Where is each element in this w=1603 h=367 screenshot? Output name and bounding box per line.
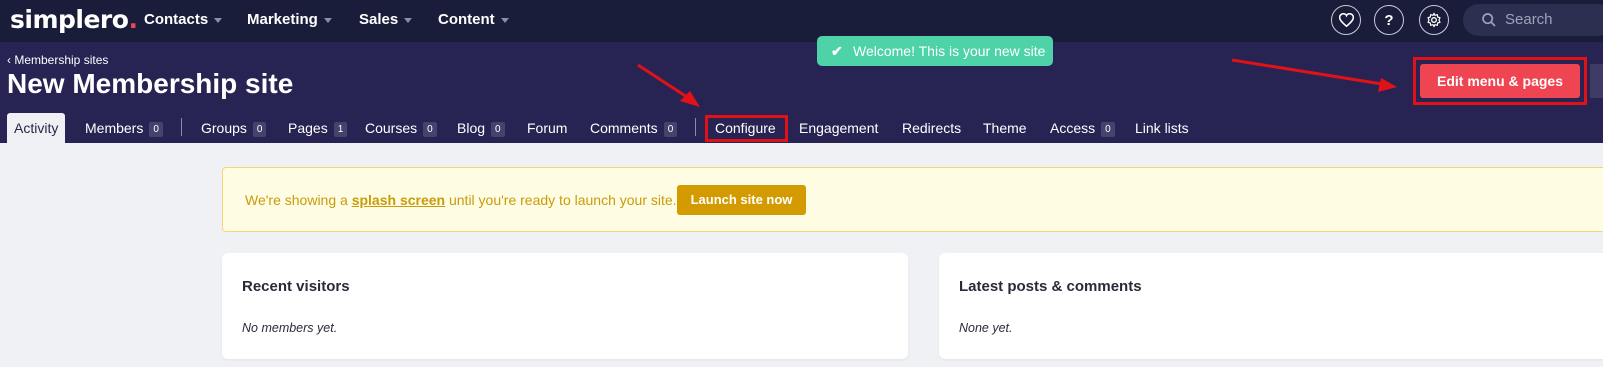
page-title: New Membership site <box>7 68 294 99</box>
tab-link-lists[interactable]: Link lists <box>1135 113 1189 143</box>
chevron-down-icon <box>404 17 413 23</box>
count-badge: 0 <box>663 122 678 137</box>
tab-pages[interactable]: Pages 1 <box>288 113 348 143</box>
card-title: Latest posts & comments <box>959 278 1142 295</box>
recent-visitors-card: Recent visitors No members yet. <box>222 253 908 359</box>
count-badge: 1 <box>333 122 348 137</box>
settings-button[interactable] <box>1419 5 1449 35</box>
nav-marketing[interactable]: Marketing <box>247 11 332 28</box>
tab-comments[interactable]: Comments 0 <box>590 113 678 143</box>
splash-banner: We're showing a splash screen until you'… <box>222 167 1603 232</box>
edit-menu-pages-button[interactable]: Edit menu & pages <box>1420 64 1580 98</box>
search-icon <box>1482 13 1496 27</box>
tab-engagement[interactable]: Engagement <box>799 113 878 143</box>
chevron-down-icon <box>500 17 509 23</box>
tab-members[interactable]: Members 0 <box>85 113 163 143</box>
empty-state: No members yet. <box>242 321 338 335</box>
gear-icon <box>1427 12 1441 28</box>
tab-activity[interactable]: Activity <box>7 113 66 143</box>
banner-message: We're showing a splash screen until you'… <box>245 192 677 208</box>
site-header: ‹ Membership sites New Membership site ✔… <box>0 36 1603 143</box>
empty-state: None yet. <box>959 321 1013 335</box>
tab-forum[interactable]: Forum <box>527 113 567 143</box>
tab-divider <box>695 118 696 136</box>
splash-screen-link[interactable]: splash screen <box>352 192 445 208</box>
check-icon: ✔ <box>831 43 843 59</box>
tab-groups[interactable]: Groups 0 <box>201 113 267 143</box>
nav-content[interactable]: Content <box>438 11 509 28</box>
search-input[interactable]: Search <box>1463 4 1603 36</box>
top-nav: simplero. Contacts Marketing Sales Conte… <box>0 0 1603 42</box>
card-title: Recent visitors <box>242 278 350 295</box>
chevron-down-icon <box>214 17 223 23</box>
tab-redirects[interactable]: Redirects <box>902 113 961 143</box>
header-overflow-stub <box>1590 64 1603 98</box>
latest-posts-card: Latest posts & comments None yet. <box>939 253 1603 359</box>
heart-icon <box>1338 13 1354 27</box>
breadcrumb[interactable]: ‹ Membership sites <box>7 53 108 67</box>
nav-contacts[interactable]: Contacts <box>144 11 223 28</box>
welcome-toast: ✔ Welcome! This is your new site <box>817 36 1053 66</box>
count-badge: 0 <box>252 122 267 137</box>
tab-divider <box>181 118 182 136</box>
favorites-button[interactable] <box>1331 5 1361 35</box>
tab-courses[interactable]: Courses 0 <box>365 113 437 143</box>
count-badge: 0 <box>1101 122 1115 137</box>
count-badge: 0 <box>423 122 437 137</box>
chevron-down-icon <box>323 17 332 23</box>
tab-blog[interactable]: Blog 0 <box>457 113 505 143</box>
nav-sales[interactable]: Sales <box>359 11 413 28</box>
count-badge: 0 <box>491 122 505 137</box>
help-icon: ? <box>1384 11 1394 29</box>
tab-theme[interactable]: Theme <box>983 113 1027 143</box>
launch-site-button[interactable]: Launch site now <box>677 185 806 215</box>
count-badge: 0 <box>149 122 163 137</box>
tab-configure[interactable]: Configure <box>715 113 776 143</box>
help-button[interactable]: ? <box>1374 5 1404 35</box>
simplero-logo[interactable]: simplero. <box>10 5 138 34</box>
tab-access[interactable]: Access 0 <box>1050 113 1115 143</box>
